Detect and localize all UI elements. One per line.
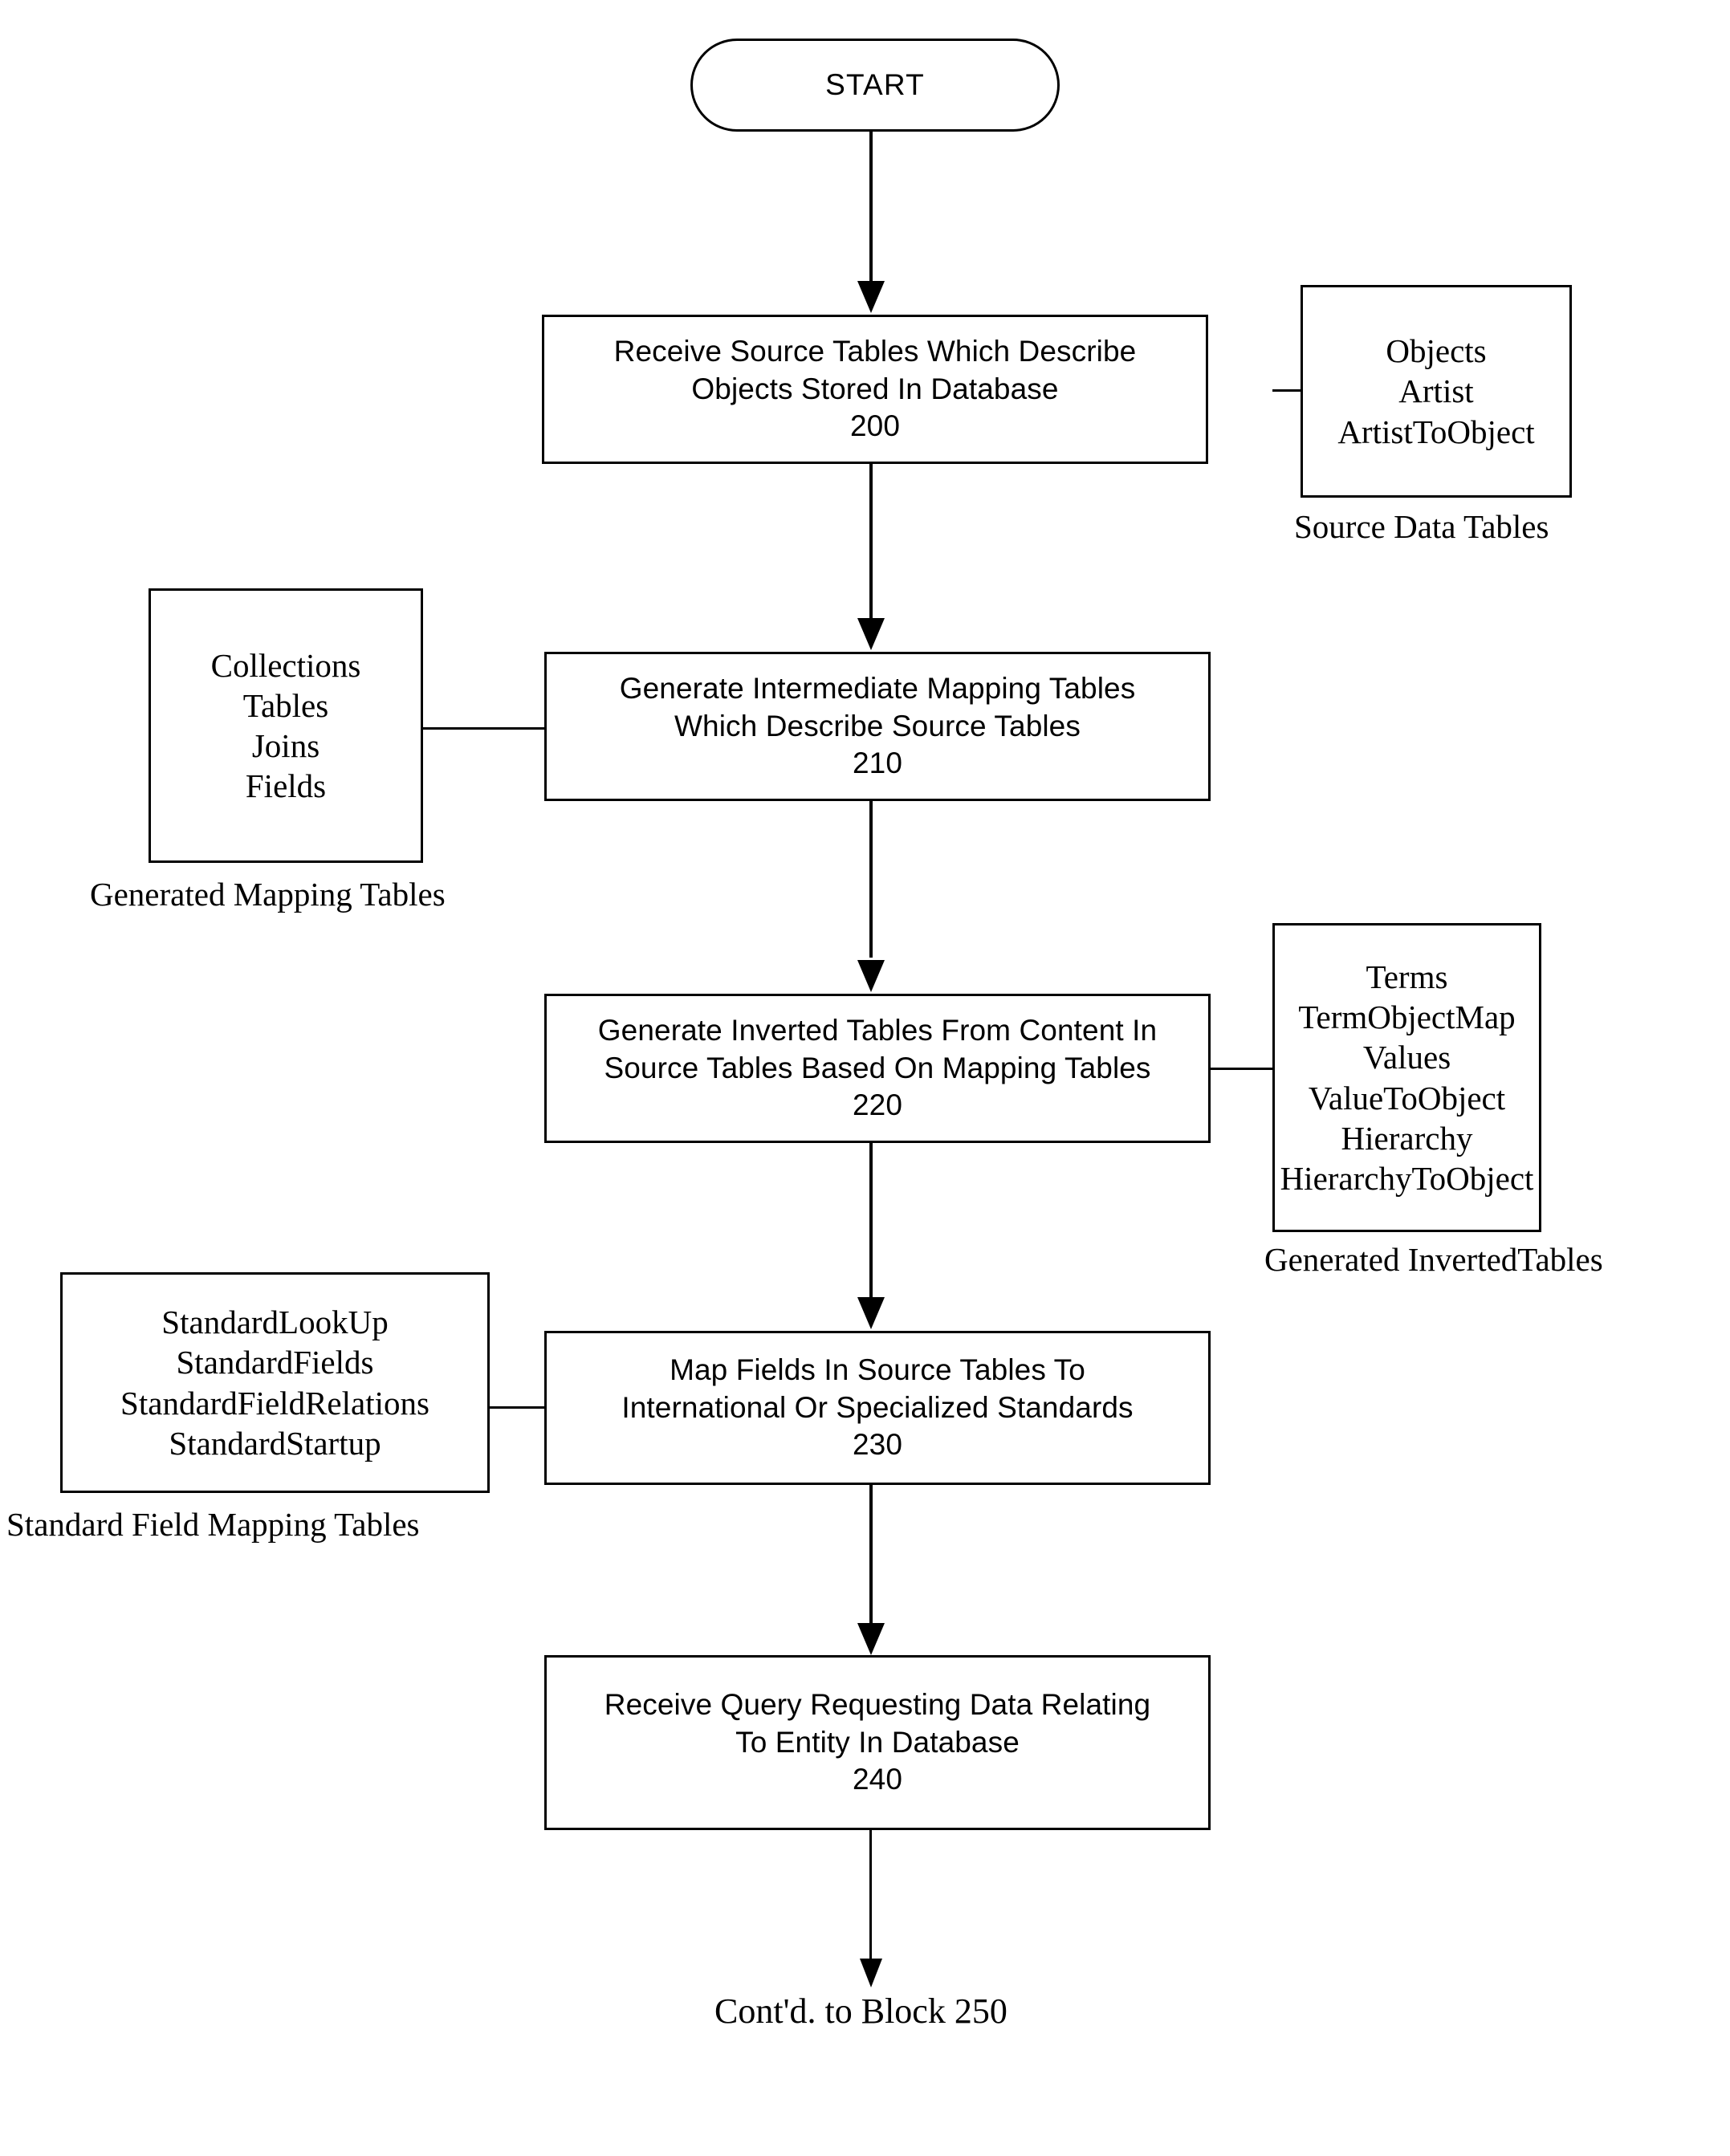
process-block-200-line1: Receive Source Tables Which Describe bbox=[613, 335, 1137, 368]
connector-200-to-210 bbox=[869, 464, 873, 620]
side-box-source-data-tables: Objects Artist ArtistToObject bbox=[1301, 285, 1572, 498]
process-block-220: Generate Inverted Tables From Content In… bbox=[544, 994, 1211, 1143]
arrowhead-start-to-200 bbox=[857, 281, 885, 313]
process-block-200-line2: Objects Stored In Database bbox=[691, 372, 1059, 405]
continuation-label: Cont'd. to Block 250 bbox=[714, 1991, 1007, 2031]
caption-standard-field-mapping-tables: Standard Field Mapping Tables bbox=[6, 1506, 420, 1543]
connector-240-to-continuation bbox=[869, 1830, 872, 1967]
process-block-240-line1: Receive Query Requesting Data Relating bbox=[604, 1688, 1151, 1722]
process-block-230: Map Fields In Source Tables To Internati… bbox=[544, 1331, 1211, 1485]
start-label: START bbox=[825, 68, 925, 101]
flowchart-figure: START Receive Source Tables Which Descri… bbox=[0, 0, 1730, 2156]
arrowhead-230-to-240 bbox=[857, 1623, 885, 1655]
source-data-tables-item-0: Objects bbox=[1386, 332, 1487, 370]
process-block-200-number: 200 bbox=[849, 409, 901, 443]
connector-standard-field-mapping-to-230 bbox=[488, 1406, 546, 1409]
process-block-220-number: 220 bbox=[852, 1088, 903, 1122]
process-block-240: Receive Query Requesting Data Relating T… bbox=[544, 1655, 1211, 1830]
process-block-210-line1: Generate Intermediate Mapping Tables bbox=[619, 672, 1136, 706]
arrowhead-200-to-210 bbox=[857, 618, 885, 650]
caption-generated-inverted-tables: Generated InvertedTables bbox=[1264, 1241, 1603, 1278]
generated-inverted-tables-item-4: Hierarchy bbox=[1341, 1119, 1473, 1157]
connector-210-to-220 bbox=[869, 801, 873, 958]
generated-inverted-tables-item-1: TermObjectMap bbox=[1298, 999, 1516, 1036]
arrowhead-240-to-continuation bbox=[860, 1959, 882, 1987]
caption-generated-mapping-tables: Generated Mapping Tables bbox=[90, 876, 446, 913]
process-block-220-line1: Generate Inverted Tables From Content In bbox=[597, 1014, 1158, 1047]
side-box-standard-field-mapping-tables: StandardLookUp StandardFields StandardFi… bbox=[60, 1272, 490, 1493]
standard-field-mapping-tables-item-2: StandardFieldRelations bbox=[120, 1384, 429, 1422]
process-block-210-number: 210 bbox=[852, 746, 903, 780]
generated-mapping-tables-item-1: Tables bbox=[242, 686, 329, 724]
generated-mapping-tables-item-2: Joins bbox=[251, 727, 320, 764]
standard-field-mapping-tables-item-3: StandardStartup bbox=[169, 1424, 381, 1462]
generated-inverted-tables-item-3: ValueToObject bbox=[1308, 1079, 1506, 1117]
process-block-210: Generate Intermediate Mapping Tables Whi… bbox=[544, 652, 1211, 801]
connector-stub-source-data-tables bbox=[1272, 389, 1303, 392]
generated-mapping-tables-item-0: Collections bbox=[210, 646, 361, 684]
start-terminator: START bbox=[690, 39, 1060, 132]
connector-mapping-tables-to-210 bbox=[421, 727, 546, 730]
connector-inverted-tables-to-220 bbox=[1209, 1068, 1275, 1070]
source-data-tables-item-1: Artist bbox=[1398, 372, 1474, 410]
process-block-240-number: 240 bbox=[852, 1763, 903, 1796]
process-block-210-line2: Which Describe Source Tables bbox=[674, 709, 1081, 742]
generated-inverted-tables-item-2: Values bbox=[1362, 1039, 1451, 1076]
generated-inverted-tables-item-0: Terms bbox=[1366, 958, 1448, 996]
caption-source-data-tables: Source Data Tables bbox=[1294, 508, 1549, 545]
connector-start-to-200 bbox=[869, 131, 873, 283]
process-block-220-line2: Source Tables Based On Mapping Tables bbox=[604, 1051, 1151, 1084]
connector-230-to-240 bbox=[869, 1485, 873, 1627]
process-block-240-line2: To Entity In Database bbox=[735, 1725, 1020, 1759]
process-block-230-line1: Map Fields In Source Tables To bbox=[670, 1353, 1085, 1387]
side-box-generated-inverted-tables: Terms TermObjectMap Values ValueToObject… bbox=[1272, 923, 1541, 1232]
arrowhead-210-to-220 bbox=[857, 960, 885, 992]
standard-field-mapping-tables-item-1: StandardFields bbox=[176, 1344, 374, 1381]
generated-inverted-tables-item-5: HierarchyToObject bbox=[1280, 1159, 1534, 1197]
generated-mapping-tables-item-3: Fields bbox=[245, 767, 327, 805]
process-block-230-line2: International Or Specialized Standards bbox=[621, 1390, 1134, 1424]
process-block-230-number: 230 bbox=[852, 1428, 903, 1462]
source-data-tables-item-2: ArtistToObject bbox=[1337, 413, 1535, 450]
process-block-200: Receive Source Tables Which Describe Obj… bbox=[542, 315, 1208, 464]
arrowhead-220-to-230 bbox=[857, 1297, 885, 1329]
standard-field-mapping-tables-item-0: StandardLookUp bbox=[161, 1304, 389, 1341]
side-box-generated-mapping-tables: Collections Tables Joins Fields bbox=[149, 588, 423, 863]
connector-220-to-230 bbox=[869, 1143, 873, 1300]
